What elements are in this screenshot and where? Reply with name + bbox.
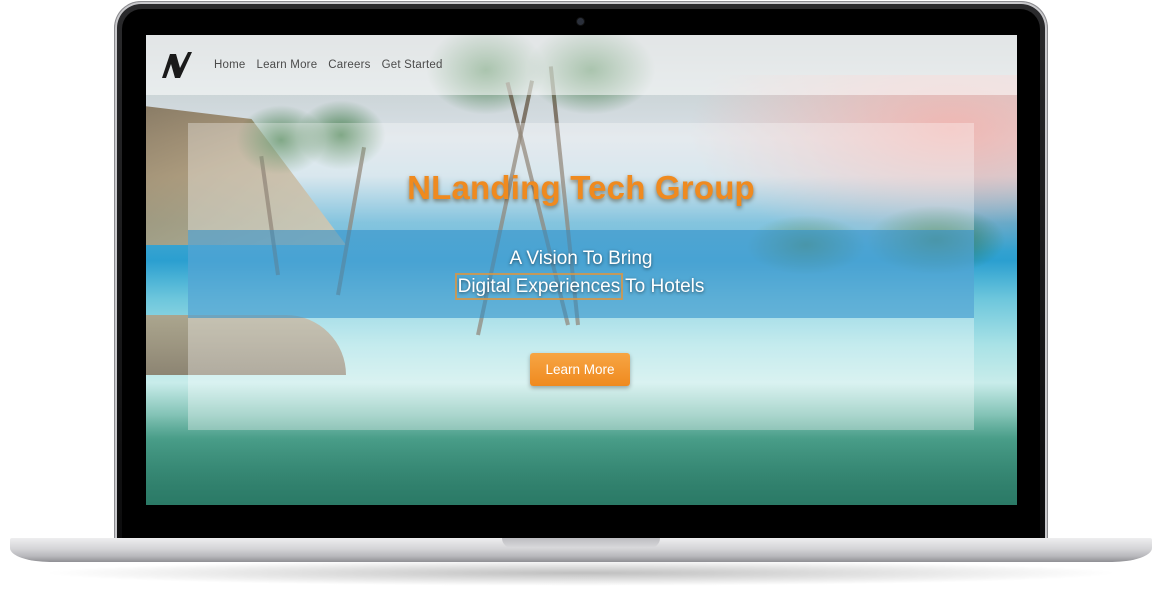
tagline-highlight: Digital Experiences <box>454 273 624 300</box>
tagline-line2: Digital Experiences To Hotels <box>188 273 974 301</box>
laptop-notch <box>502 538 660 548</box>
laptop-shadow <box>40 560 1122 586</box>
hero-title: NLanding Tech Group <box>407 169 755 206</box>
nav-get-started-link[interactable]: Get Started <box>382 59 443 71</box>
nav-learn-more-link[interactable]: Learn More <box>256 59 317 71</box>
learn-more-button[interactable]: Learn More <box>530 353 630 386</box>
tagline-rest: To Hotels <box>620 276 705 297</box>
camera-icon <box>577 18 584 25</box>
nav-careers-link[interactable]: Careers <box>328 59 370 71</box>
tagline-line1: A Vision To Bring <box>509 248 653 269</box>
screen: Home Learn More Careers Get Started NLan… <box>146 35 1017 505</box>
hero-panel: NLanding Tech Group A Vision To Bring Di… <box>188 123 974 430</box>
hero-tagline: A Vision To Bring Digital Experiences To… <box>188 245 974 301</box>
nav-links: Home Learn More Careers Get Started <box>214 59 454 71</box>
navbar: Home Learn More Careers Get Started <box>146 35 1017 95</box>
n-logo-icon[interactable] <box>160 50 194 80</box>
nav-home-link[interactable]: Home <box>214 59 245 71</box>
